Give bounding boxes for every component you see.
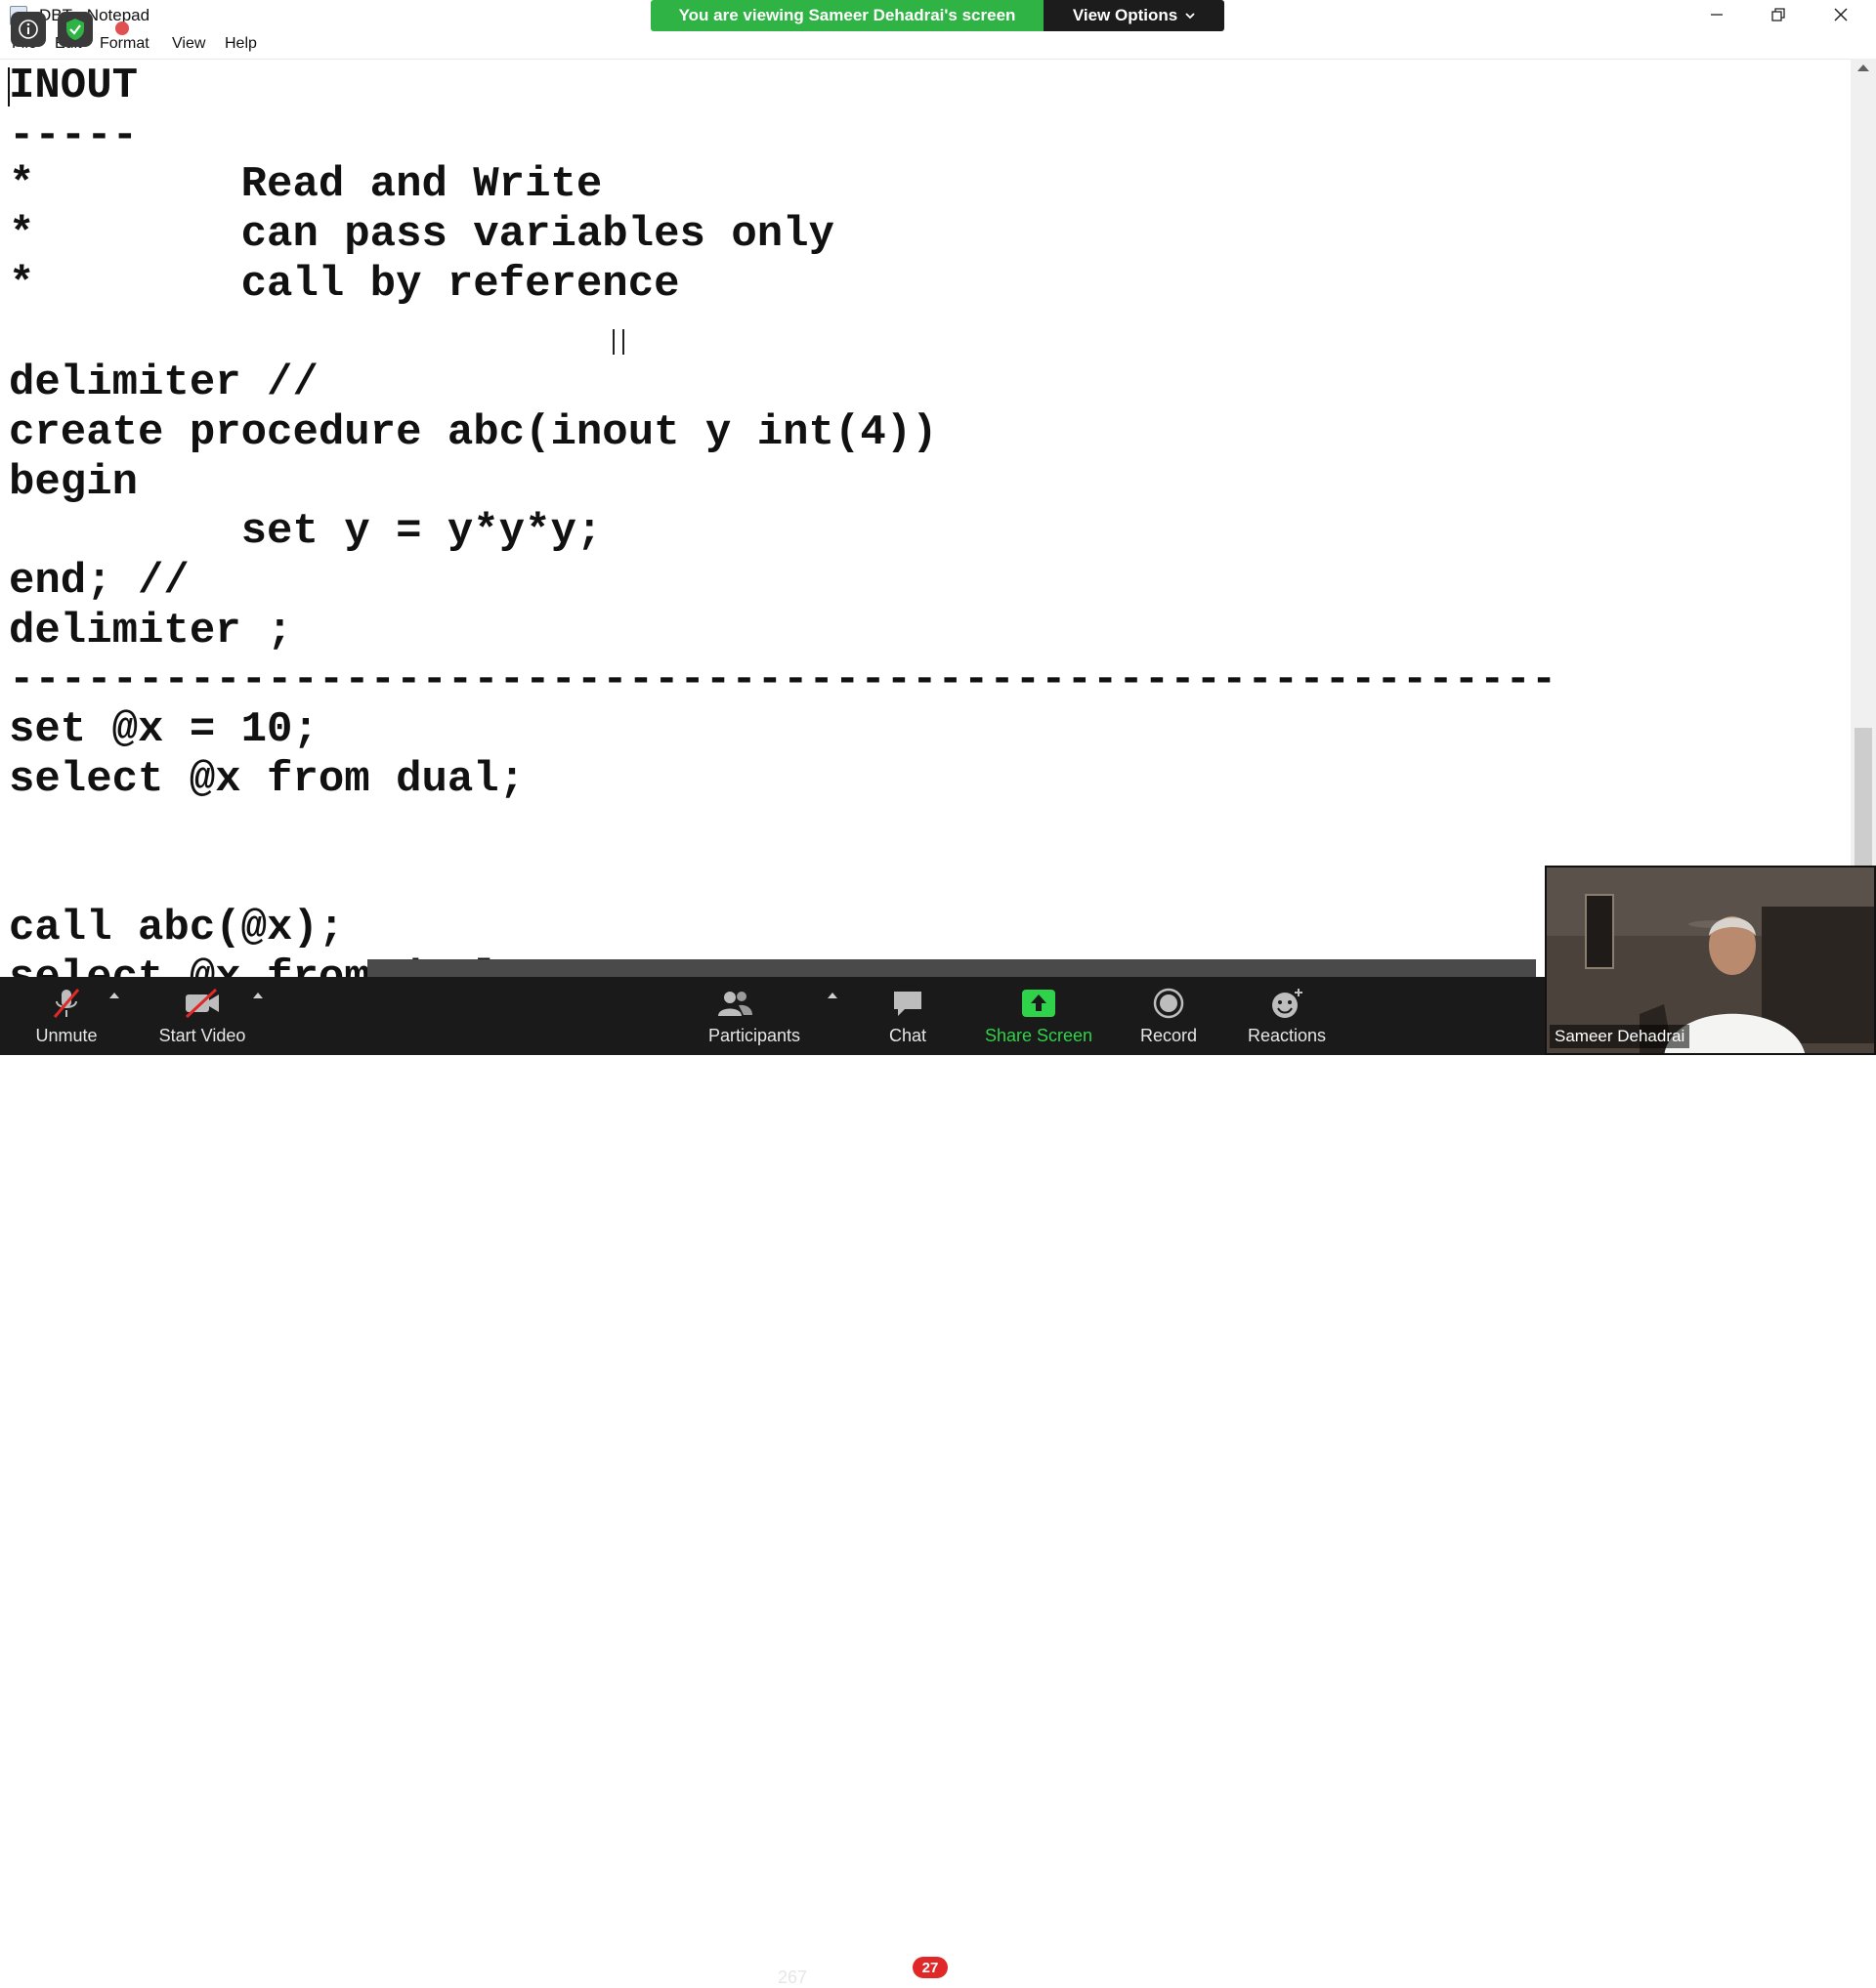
view-options-label: View Options <box>1072 6 1178 24</box>
ibeam-cursor <box>613 329 624 355</box>
restore-button[interactable] <box>1748 0 1809 29</box>
scroll-up-arrow-icon[interactable] <box>1857 64 1869 71</box>
minimize-icon <box>1711 14 1723 16</box>
text-caret <box>8 67 10 106</box>
editor-content[interactable]: INOUT ----- * Read and Write * can pass … <box>9 62 1556 978</box>
chevron-down-icon <box>1185 13 1195 20</box>
participant-count: 267 <box>778 1967 808 1987</box>
participant-name-label: Sameer Dehadrai <box>1550 1025 1690 1048</box>
video-options-caret-icon[interactable] <box>253 993 263 998</box>
meeting-info-button[interactable] <box>11 12 46 47</box>
menu-bar: File Edit Format View Help <box>0 31 1876 57</box>
view-options-button[interactable]: View Options <box>1044 0 1224 31</box>
horizontal-scroll-strip <box>367 959 1536 977</box>
participants-options-caret-icon[interactable] <box>828 993 837 998</box>
share-screen-button[interactable]: Share Screen <box>972 977 1105 1055</box>
viewing-banner-text: You are viewing Sameer Dehadrai's screen <box>651 0 1044 31</box>
chat-bubble-icon <box>886 987 929 1020</box>
menu-help[interactable]: Help <box>225 35 257 53</box>
restore-icon <box>1771 8 1785 21</box>
reactions-button[interactable]: Reactions <box>1233 977 1341 1055</box>
text-editor[interactable]: INOUT ----- * Read and Write * can pass … <box>0 59 1851 978</box>
close-button[interactable] <box>1811 0 1871 29</box>
smiley-icon <box>1265 987 1308 1020</box>
info-icon <box>19 20 38 39</box>
window-title: DBT - Notepad <box>39 6 150 24</box>
muted-mic-icon <box>45 987 88 1020</box>
share-screen-icon <box>1017 987 1060 1020</box>
share-screen-label: Share Screen <box>984 1026 1093 1045</box>
menu-view[interactable]: View <box>172 35 205 53</box>
participants-button[interactable]: Participants <box>689 977 820 1055</box>
screen-share-banner: You are viewing Sameer Dehadrai's screen… <box>651 0 1224 31</box>
menu-format[interactable]: Format <box>100 35 149 53</box>
close-icon <box>1834 8 1848 21</box>
minimize-button[interactable] <box>1686 0 1747 29</box>
security-button[interactable] <box>58 12 93 47</box>
start-video-button[interactable]: Start Video <box>142 977 263 1055</box>
record-button[interactable]: Record <box>1122 977 1215 1055</box>
recording-indicator <box>115 21 129 35</box>
shield-icon <box>66 19 84 40</box>
record-label: Record <box>1139 1026 1198 1045</box>
chat-unread-badge: 27 <box>913 1957 948 1978</box>
reactions-label: Reactions <box>1247 1026 1327 1045</box>
unmute-button[interactable]: Unmute <box>18 977 115 1055</box>
video-off-icon <box>181 987 224 1020</box>
record-icon <box>1147 987 1190 1020</box>
unmute-label: Unmute <box>35 1026 98 1045</box>
chat-button[interactable]: Chat <box>881 977 934 1055</box>
audio-options-caret-icon[interactable] <box>109 993 119 998</box>
chat-label: Chat <box>888 1026 927 1045</box>
participants-icon <box>713 987 756 1020</box>
vertical-scrollbar[interactable] <box>1851 59 1876 977</box>
start-video-label: Start Video <box>158 1026 246 1045</box>
participants-label: Participants <box>707 1026 801 1045</box>
